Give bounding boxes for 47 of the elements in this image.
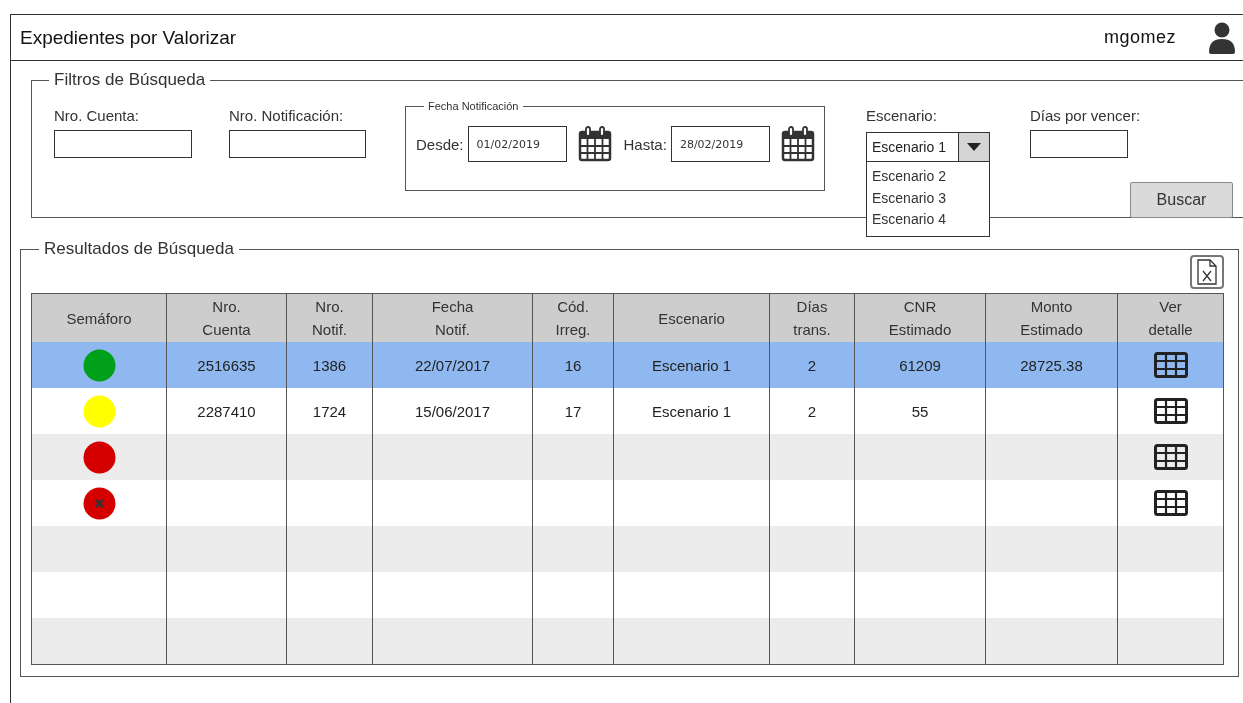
input-field[interactable] <box>229 130 366 158</box>
table-cell: 61209 <box>899 356 941 374</box>
table-cell: 28725.38 <box>1020 356 1083 374</box>
table-cell: 1724 <box>312 402 347 420</box>
table-cell: 55 <box>911 402 929 420</box>
input-field[interactable] <box>54 130 192 158</box>
dropdown-arrow-icon <box>967 143 981 151</box>
field-label: Escenario: <box>866 107 938 125</box>
field-label: Nro. Cuenta: <box>54 107 141 125</box>
table-cell: 22/07/2017 <box>414 356 491 374</box>
dropdown-option[interactable]: Escenario 2 <box>867 166 989 188</box>
table-cell: 2516635 <box>197 356 256 374</box>
column-header: Semáforo <box>65 308 133 329</box>
table-cell: 17 <box>564 402 582 420</box>
dropdown-option[interactable]: Escenario 4 <box>867 209 989 231</box>
user-name: mgomez <box>1103 27 1176 48</box>
table-cell: 2 <box>807 402 817 420</box>
user-icon[interactable] <box>1208 21 1236 54</box>
date-field[interactable]: 28/02/2019 <box>670 126 770 162</box>
date-field[interactable]: 01/02/2019 <box>467 126 567 162</box>
table-row[interactable] <box>32 434 1223 480</box>
calendar-icon[interactable] <box>577 126 612 162</box>
window-title: Expedientes por Valorizar <box>20 26 237 49</box>
table-cell: 1386 <box>312 356 347 374</box>
table-row[interactable]: 2516635 1386 22/07/2017 16 Escenario 1 2 61209 28725.38 <box>32 342 1223 388</box>
table-icon[interactable] <box>1153 398 1188 424</box>
table-cell: 15/06/2017 <box>414 402 491 420</box>
export-excel-button[interactable] <box>1190 255 1224 289</box>
field-label: Nro. Notificación: <box>229 107 345 125</box>
section-title: Filtros de Búsqueda <box>54 70 206 89</box>
dropdown-option[interactable]: Escenario 3 <box>867 187 989 209</box>
table-icon[interactable] <box>1153 490 1188 516</box>
group-title: Fecha Notificación <box>428 100 519 112</box>
input-field[interactable] <box>1030 130 1128 158</box>
table-cell: 16 <box>564 356 582 374</box>
field-label: Días por vencer: <box>1030 107 1142 125</box>
table-cell: 2 <box>807 356 817 374</box>
table-cell: Escenario 1 <box>651 402 732 420</box>
table-cell: 2287410 <box>197 402 256 420</box>
field-label: Desde: <box>416 135 464 153</box>
table-icon[interactable] <box>1153 352 1188 378</box>
search-button[interactable]: Buscar <box>1130 182 1233 218</box>
table-icon[interactable] <box>1153 444 1188 470</box>
calendar-icon[interactable] <box>780 126 815 162</box>
table-cell: Escenario 1 <box>651 356 732 374</box>
section-title: Resultados de Búsqueda <box>44 239 234 258</box>
field-label: Hasta: <box>623 135 667 153</box>
